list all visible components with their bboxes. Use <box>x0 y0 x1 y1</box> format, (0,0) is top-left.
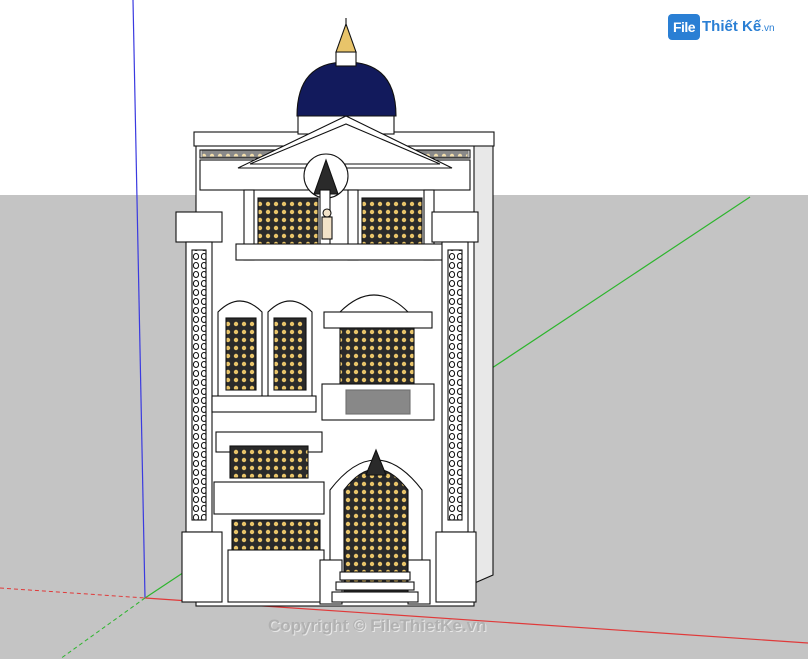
axis-green-dashed-line <box>59 597 146 659</box>
logo-domain: .vn <box>761 23 775 34</box>
building-model[interactable] <box>175 18 495 607</box>
logo-name: Thiết Kế <box>702 18 762 35</box>
file-thiet-ke-logo: File Thiết Kế.vn <box>668 10 800 44</box>
logo-wordmark: Thiết Kế.vn <box>702 18 775 35</box>
logo-box-icon: File <box>668 14 700 40</box>
copyright-watermark: Copyright © FileThietKe.vn <box>268 616 487 635</box>
human-figure <box>321 208 333 240</box>
axis-red-dashed-line <box>0 587 146 599</box>
sketchup-viewport[interactable]: File Thiết Kế.vn Copyright © FileThietKe… <box>0 0 808 659</box>
axis-blue-line <box>132 0 146 599</box>
model-scene[interactable] <box>0 0 808 659</box>
